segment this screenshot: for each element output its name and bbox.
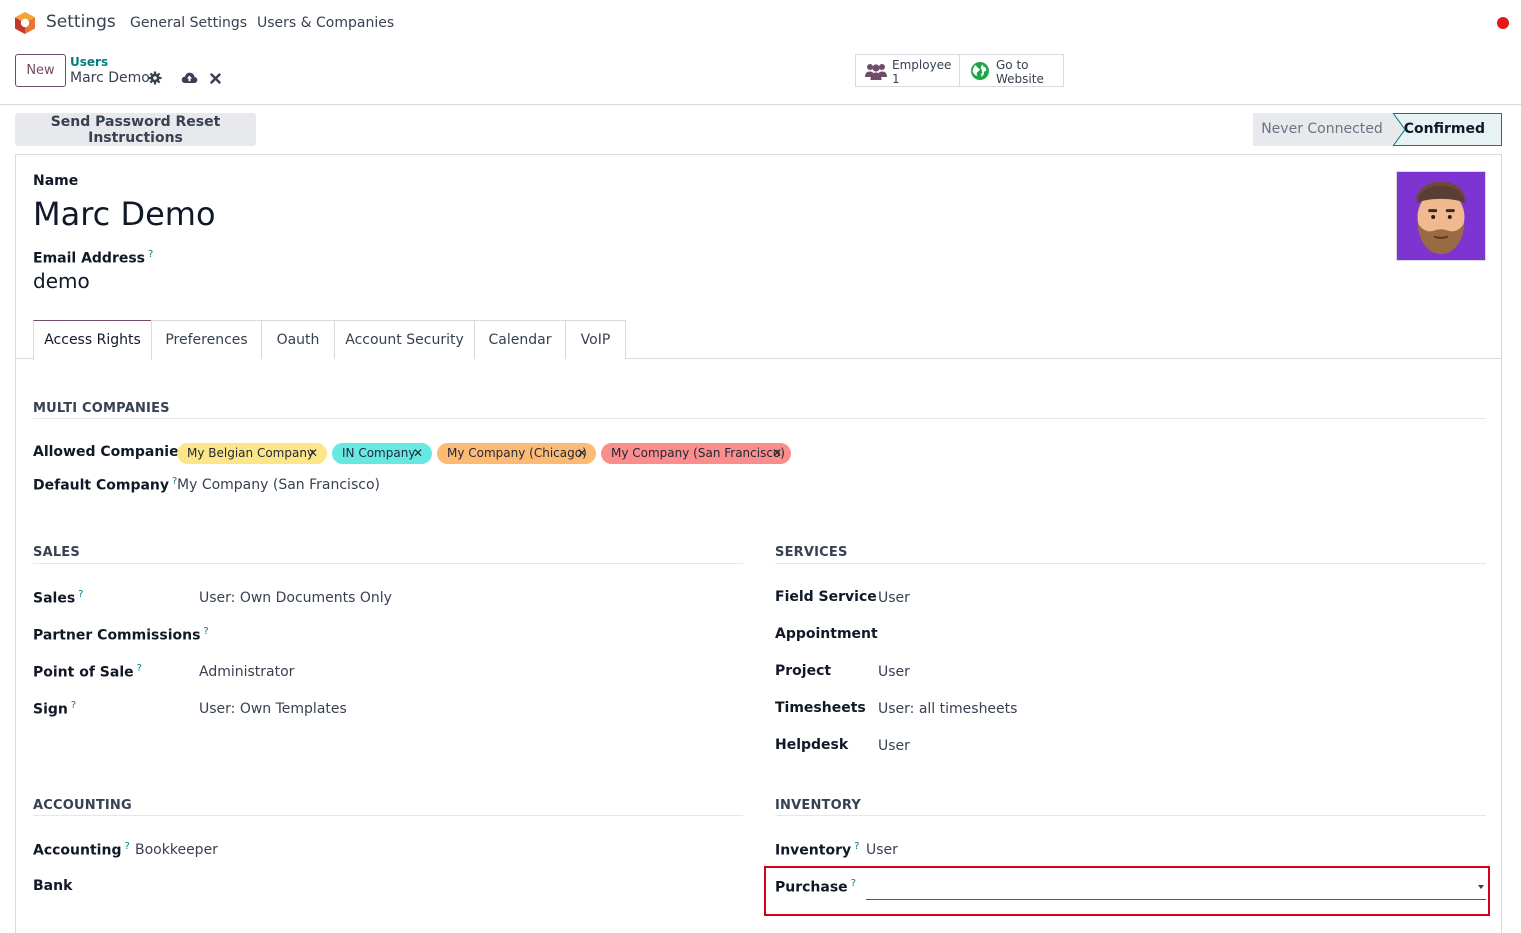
section-title-multi-companies: MULTI COMPANIES bbox=[33, 401, 170, 416]
purchase-select[interactable] bbox=[866, 899, 1486, 900]
helpdesk-label: Helpdesk bbox=[775, 737, 849, 753]
breadcrumb-users[interactable]: Users bbox=[70, 55, 108, 69]
tab-oauth[interactable]: Oauth bbox=[261, 320, 335, 359]
go-to-website-button[interactable]: Go to Website bbox=[959, 54, 1064, 87]
user-avatar[interactable] bbox=[1396, 171, 1486, 261]
status-indicator-dot[interactable] bbox=[1497, 17, 1509, 29]
help-tooltip[interactable]: ? bbox=[78, 589, 83, 600]
website-label-line2: Website bbox=[996, 72, 1044, 86]
remove-tag-icon[interactable]: ✕ bbox=[308, 443, 318, 464]
field-service-label: Field Service bbox=[775, 589, 877, 605]
sign-field[interactable]: User: Own Templates bbox=[199, 701, 347, 717]
point-of-sale-label: Point of Sale? bbox=[33, 663, 142, 681]
help-tooltip[interactable]: ? bbox=[71, 700, 76, 711]
name-label: Name bbox=[33, 173, 79, 189]
sales-label: Sales? bbox=[33, 589, 84, 607]
globe-icon bbox=[971, 62, 989, 80]
timesheets-label: Timesheets bbox=[775, 700, 866, 716]
remove-tag-icon[interactable]: ✕ bbox=[413, 443, 423, 464]
status-bar: Never Connected Confirmed bbox=[1253, 113, 1502, 146]
tab-account-security[interactable]: Account Security bbox=[334, 320, 475, 359]
tab-calendar[interactable]: Calendar bbox=[474, 320, 566, 359]
purchase-label: Purchase? bbox=[775, 878, 856, 896]
remove-tag-icon[interactable]: ✕ bbox=[577, 443, 587, 464]
discard-icon[interactable] bbox=[210, 73, 221, 84]
highlight-box bbox=[764, 866, 1490, 916]
tab-access-rights[interactable]: Access Rights bbox=[33, 320, 152, 360]
status-confirmed[interactable]: Confirmed bbox=[1393, 113, 1502, 146]
users-icon bbox=[865, 64, 887, 80]
menu-general-settings[interactable]: General Settings bbox=[130, 15, 247, 31]
cloud-upload-icon[interactable] bbox=[181, 71, 198, 85]
inventory-label: Inventory? bbox=[775, 841, 860, 859]
company-tag[interactable]: My Company (San Francisco) ✕ bbox=[601, 443, 791, 464]
section-title-accounting: ACCOUNTING bbox=[33, 798, 132, 813]
sales-field[interactable]: User: Own Documents Only bbox=[199, 590, 392, 606]
section-divider bbox=[775, 563, 1486, 564]
help-tooltip[interactable]: ? bbox=[203, 626, 208, 637]
menu-users-companies[interactable]: Users & Companies bbox=[257, 15, 394, 31]
section-title-inventory: INVENTORY bbox=[775, 798, 861, 813]
gear-icon[interactable] bbox=[148, 71, 162, 85]
new-button[interactable]: New bbox=[15, 54, 66, 87]
section-title-services: SERVICES bbox=[775, 545, 848, 560]
remove-tag-icon[interactable]: ✕ bbox=[772, 443, 782, 464]
help-tooltip[interactable]: ? bbox=[124, 841, 129, 852]
help-tooltip[interactable]: ? bbox=[148, 249, 153, 260]
app-name[interactable]: Settings bbox=[46, 12, 116, 32]
chevron-down-icon[interactable] bbox=[1478, 885, 1484, 889]
default-company-field[interactable]: My Company (San Francisco) bbox=[177, 477, 380, 493]
employee-label: Employee bbox=[892, 58, 952, 72]
help-tooltip[interactable]: ? bbox=[137, 663, 142, 674]
company-tag[interactable]: IN Company ✕ bbox=[332, 443, 432, 464]
allowed-companies-label: Allowed Companies bbox=[33, 444, 187, 460]
company-tag[interactable]: My Company (Chicago) ✕ bbox=[437, 443, 596, 464]
default-company-label: Default Company? bbox=[33, 476, 178, 494]
help-tooltip[interactable]: ? bbox=[854, 841, 859, 852]
send-password-reset-button[interactable]: Send Password Reset Instructions bbox=[15, 113, 256, 146]
helpdesk-field[interactable]: User bbox=[878, 738, 910, 754]
notebook-tabs: Access Rights Preferences Oauth Account … bbox=[16, 320, 1501, 360]
partner-commissions-label: Partner Commissions? bbox=[33, 626, 209, 644]
website-label-line1: Go to bbox=[996, 58, 1029, 72]
company-tag[interactable]: My Belgian Company ✕ bbox=[177, 443, 327, 464]
sign-label: Sign? bbox=[33, 700, 77, 718]
email-field[interactable]: demo bbox=[33, 269, 90, 293]
section-divider bbox=[33, 563, 743, 564]
accounting-label: Accounting? bbox=[33, 841, 130, 859]
employee-smart-button[interactable]: Employee 1 bbox=[855, 54, 960, 87]
inventory-field[interactable]: User bbox=[866, 842, 898, 858]
settings-app-icon[interactable] bbox=[14, 11, 36, 35]
field-service-field[interactable]: User bbox=[878, 590, 910, 606]
section-title-sales: SALES bbox=[33, 545, 80, 560]
project-label: Project bbox=[775, 663, 832, 679]
section-divider bbox=[33, 815, 743, 816]
bank-label: Bank bbox=[33, 878, 73, 894]
form-sheet: Name Marc Demo Email Address? demo Acces… bbox=[15, 154, 1502, 933]
project-field[interactable]: User bbox=[878, 664, 910, 680]
accounting-field[interactable]: Bookkeeper bbox=[135, 842, 218, 858]
help-tooltip[interactable]: ? bbox=[851, 878, 856, 889]
email-label: Email Address? bbox=[33, 249, 154, 267]
timesheets-field[interactable]: User: all timesheets bbox=[878, 701, 1017, 717]
employee-count: 1 bbox=[892, 72, 900, 86]
appointment-label: Appointment bbox=[775, 626, 878, 642]
tab-preferences[interactable]: Preferences bbox=[151, 320, 262, 359]
section-divider bbox=[33, 418, 1486, 419]
top-navbar: Settings General Settings Users & Compan… bbox=[0, 0, 1521, 46]
point-of-sale-field[interactable]: Administrator bbox=[199, 664, 294, 680]
control-panel: New Users Marc Demo Employee 1 Go to Web… bbox=[0, 46, 1521, 105]
tab-voip[interactable]: VoIP bbox=[565, 320, 626, 359]
name-field[interactable]: Marc Demo bbox=[33, 195, 216, 233]
breadcrumb-current: Marc Demo bbox=[70, 70, 150, 86]
section-divider bbox=[775, 815, 1486, 816]
status-arrow-separator bbox=[1391, 113, 1405, 146]
status-never-connected[interactable]: Never Connected bbox=[1253, 113, 1395, 146]
